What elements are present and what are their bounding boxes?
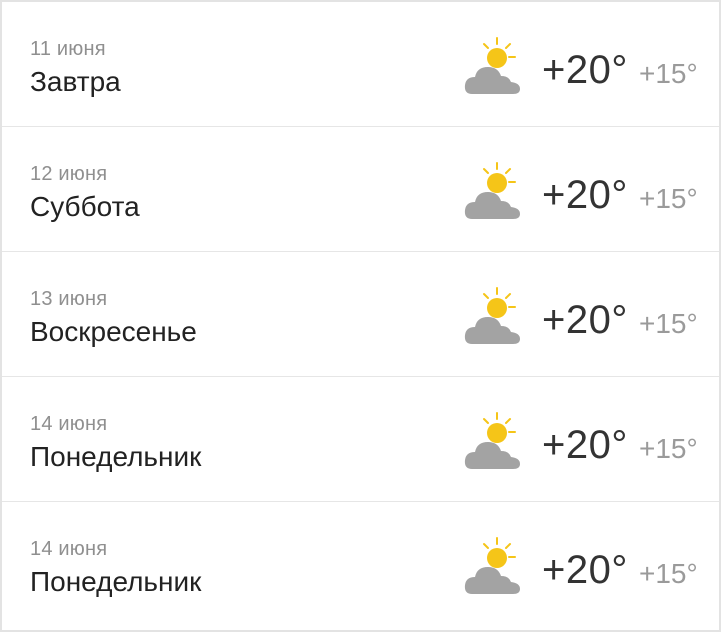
night-temperature: +15° bbox=[639, 433, 698, 464]
partly-cloudy-icon bbox=[464, 37, 520, 94]
partly-cloudy-icon bbox=[464, 537, 520, 594]
forecast-list: 11 июня Завтра +20° +15° 12 июня Суббота bbox=[0, 0, 721, 632]
day-temperature: +20° bbox=[542, 298, 628, 342]
day-temperature: +20° bbox=[542, 173, 628, 217]
day-date: 12 июня bbox=[30, 163, 108, 185]
day-name: Понедельник bbox=[30, 441, 202, 472]
day-name: Воскресенье bbox=[30, 316, 197, 347]
day-date: 11 июня bbox=[30, 38, 106, 60]
night-temperature: +15° bbox=[639, 58, 698, 89]
night-temperature: +15° bbox=[639, 183, 698, 214]
forecast-day-row[interactable]: 14 июня Понедельник +20° +15° bbox=[2, 502, 719, 627]
day-name: Завтра bbox=[30, 66, 121, 97]
day-temperature: +20° bbox=[542, 423, 628, 467]
day-date: 14 июня bbox=[30, 413, 108, 435]
day-name: Понедельник bbox=[30, 566, 202, 597]
partly-cloudy-icon bbox=[464, 287, 520, 344]
night-temperature: +15° bbox=[639, 558, 698, 589]
forecast-day-row[interactable]: 13 июня Воскресенье +20° +15° bbox=[2, 252, 719, 377]
day-temperature: +20° bbox=[542, 548, 628, 592]
forecast-day-row[interactable]: 14 июня Понедельник +20° +15° bbox=[2, 377, 719, 502]
forecast-day-row[interactable]: 12 июня Суббота +20° +15° bbox=[2, 127, 719, 252]
night-temperature: +15° bbox=[639, 308, 698, 339]
day-date: 14 июня bbox=[30, 538, 108, 560]
forecast-day-row[interactable]: 11 июня Завтра +20° +15° bbox=[2, 2, 719, 127]
day-name: Суббота bbox=[30, 191, 140, 222]
partly-cloudy-icon bbox=[464, 162, 520, 219]
day-temperature: +20° bbox=[542, 48, 628, 92]
day-date: 13 июня bbox=[30, 288, 108, 310]
partly-cloudy-icon bbox=[464, 412, 520, 469]
